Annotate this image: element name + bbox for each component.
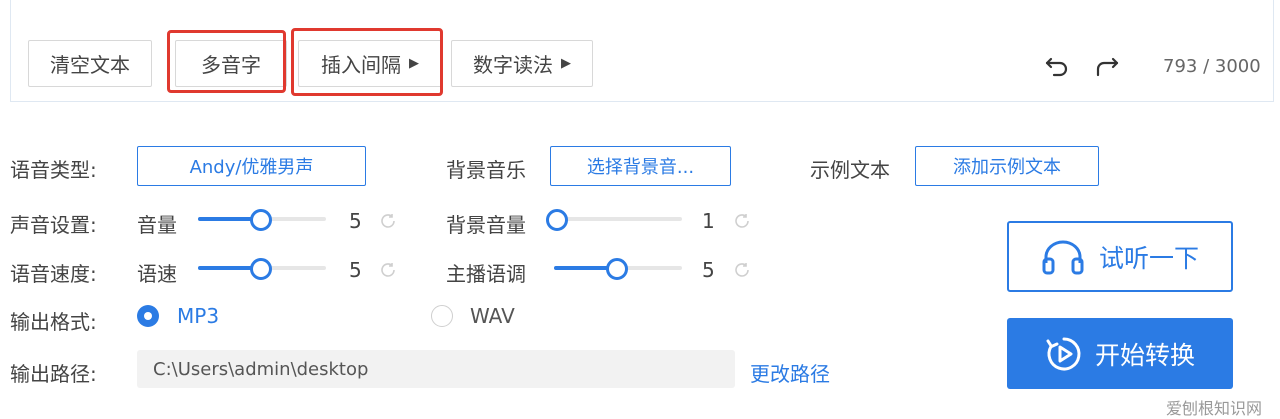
volume-label: 音量: [137, 213, 177, 237]
add-sample-text-label: 添加示例文本: [953, 157, 1061, 178]
pitch-label: 主播语调: [446, 262, 526, 286]
clear-text-button[interactable]: 清空文本: [28, 40, 152, 87]
slider-fill: [198, 217, 256, 221]
slider-fill: [198, 266, 256, 270]
change-path-link[interactable]: 更改路径: [750, 358, 830, 387]
preview-label: 试听一下: [1098, 243, 1199, 273]
slider-track: [552, 217, 682, 221]
speed-section-label: 语音速度:: [10, 262, 97, 286]
reset-icon[interactable]: [378, 211, 398, 231]
sound-settings-label: 声音设置:: [10, 213, 97, 237]
path-label: 输出路径:: [10, 362, 97, 386]
number-reading-button[interactable]: 数字读法 ▶: [451, 40, 593, 87]
reset-icon[interactable]: [732, 260, 752, 280]
format-radio-wav[interactable]: [431, 305, 453, 327]
voice-type-value: Andy/优雅男声: [189, 157, 314, 178]
bg-volume-value: 1: [702, 209, 715, 233]
add-sample-text-button[interactable]: 添加示例文本: [915, 146, 1099, 186]
insert-pause-highlight-box: [291, 28, 443, 96]
select-bg-music-button[interactable]: 选择背景音...: [550, 146, 731, 186]
character-counter: 793 / 3000: [1163, 56, 1261, 77]
slider-knob[interactable]: [546, 209, 568, 231]
format-option-wav[interactable]: WAV: [470, 304, 515, 328]
speed-slider[interactable]: [198, 258, 326, 280]
watermark-text: 爱刨根知识网: [1165, 399, 1262, 418]
speed-value: 5: [349, 258, 362, 282]
start-convert-button[interactable]: 开始转换: [1007, 318, 1233, 389]
bg-volume-slider[interactable]: [546, 209, 682, 231]
format-radio-mp3[interactable]: [137, 305, 159, 327]
reset-icon[interactable]: [378, 260, 398, 280]
slider-fill: [554, 266, 612, 270]
bg-music-label: 背景音乐: [446, 158, 526, 182]
volume-value: 5: [349, 209, 362, 233]
pitch-slider[interactable]: [554, 258, 682, 280]
pitch-value: 5: [702, 258, 715, 282]
voice-type-label: 语音类型:: [10, 158, 97, 182]
number-reading-label: 数字读法: [473, 53, 553, 77]
headphones-icon: [1042, 240, 1084, 274]
format-option-mp3[interactable]: MP3: [177, 304, 219, 328]
undo-icon[interactable]: [1043, 50, 1073, 80]
play-triangle-icon: ▶: [561, 56, 571, 71]
speed-label: 语速: [137, 262, 177, 286]
format-label: 输出格式:: [10, 310, 97, 334]
convert-play-icon: [1046, 337, 1081, 370]
select-bg-music-label: 选择背景音...: [586, 157, 695, 178]
slider-knob[interactable]: [605, 258, 628, 280]
output-path-input[interactable]: [137, 350, 735, 388]
volume-slider[interactable]: [198, 209, 326, 231]
slider-knob[interactable]: [249, 209, 272, 231]
reset-icon[interactable]: [732, 211, 752, 231]
clear-text-label: 清空文本: [50, 53, 130, 77]
redo-icon[interactable]: [1091, 50, 1121, 80]
polyphone-highlight-box: [167, 30, 286, 93]
bg-volume-label: 背景音量: [446, 213, 526, 237]
sample-text-label: 示例文本: [810, 158, 890, 182]
preview-button[interactable]: 试听一下: [1007, 221, 1233, 292]
voice-type-button[interactable]: Andy/优雅男声: [137, 146, 366, 186]
convert-label: 开始转换: [1094, 340, 1195, 370]
slider-knob[interactable]: [249, 258, 272, 280]
